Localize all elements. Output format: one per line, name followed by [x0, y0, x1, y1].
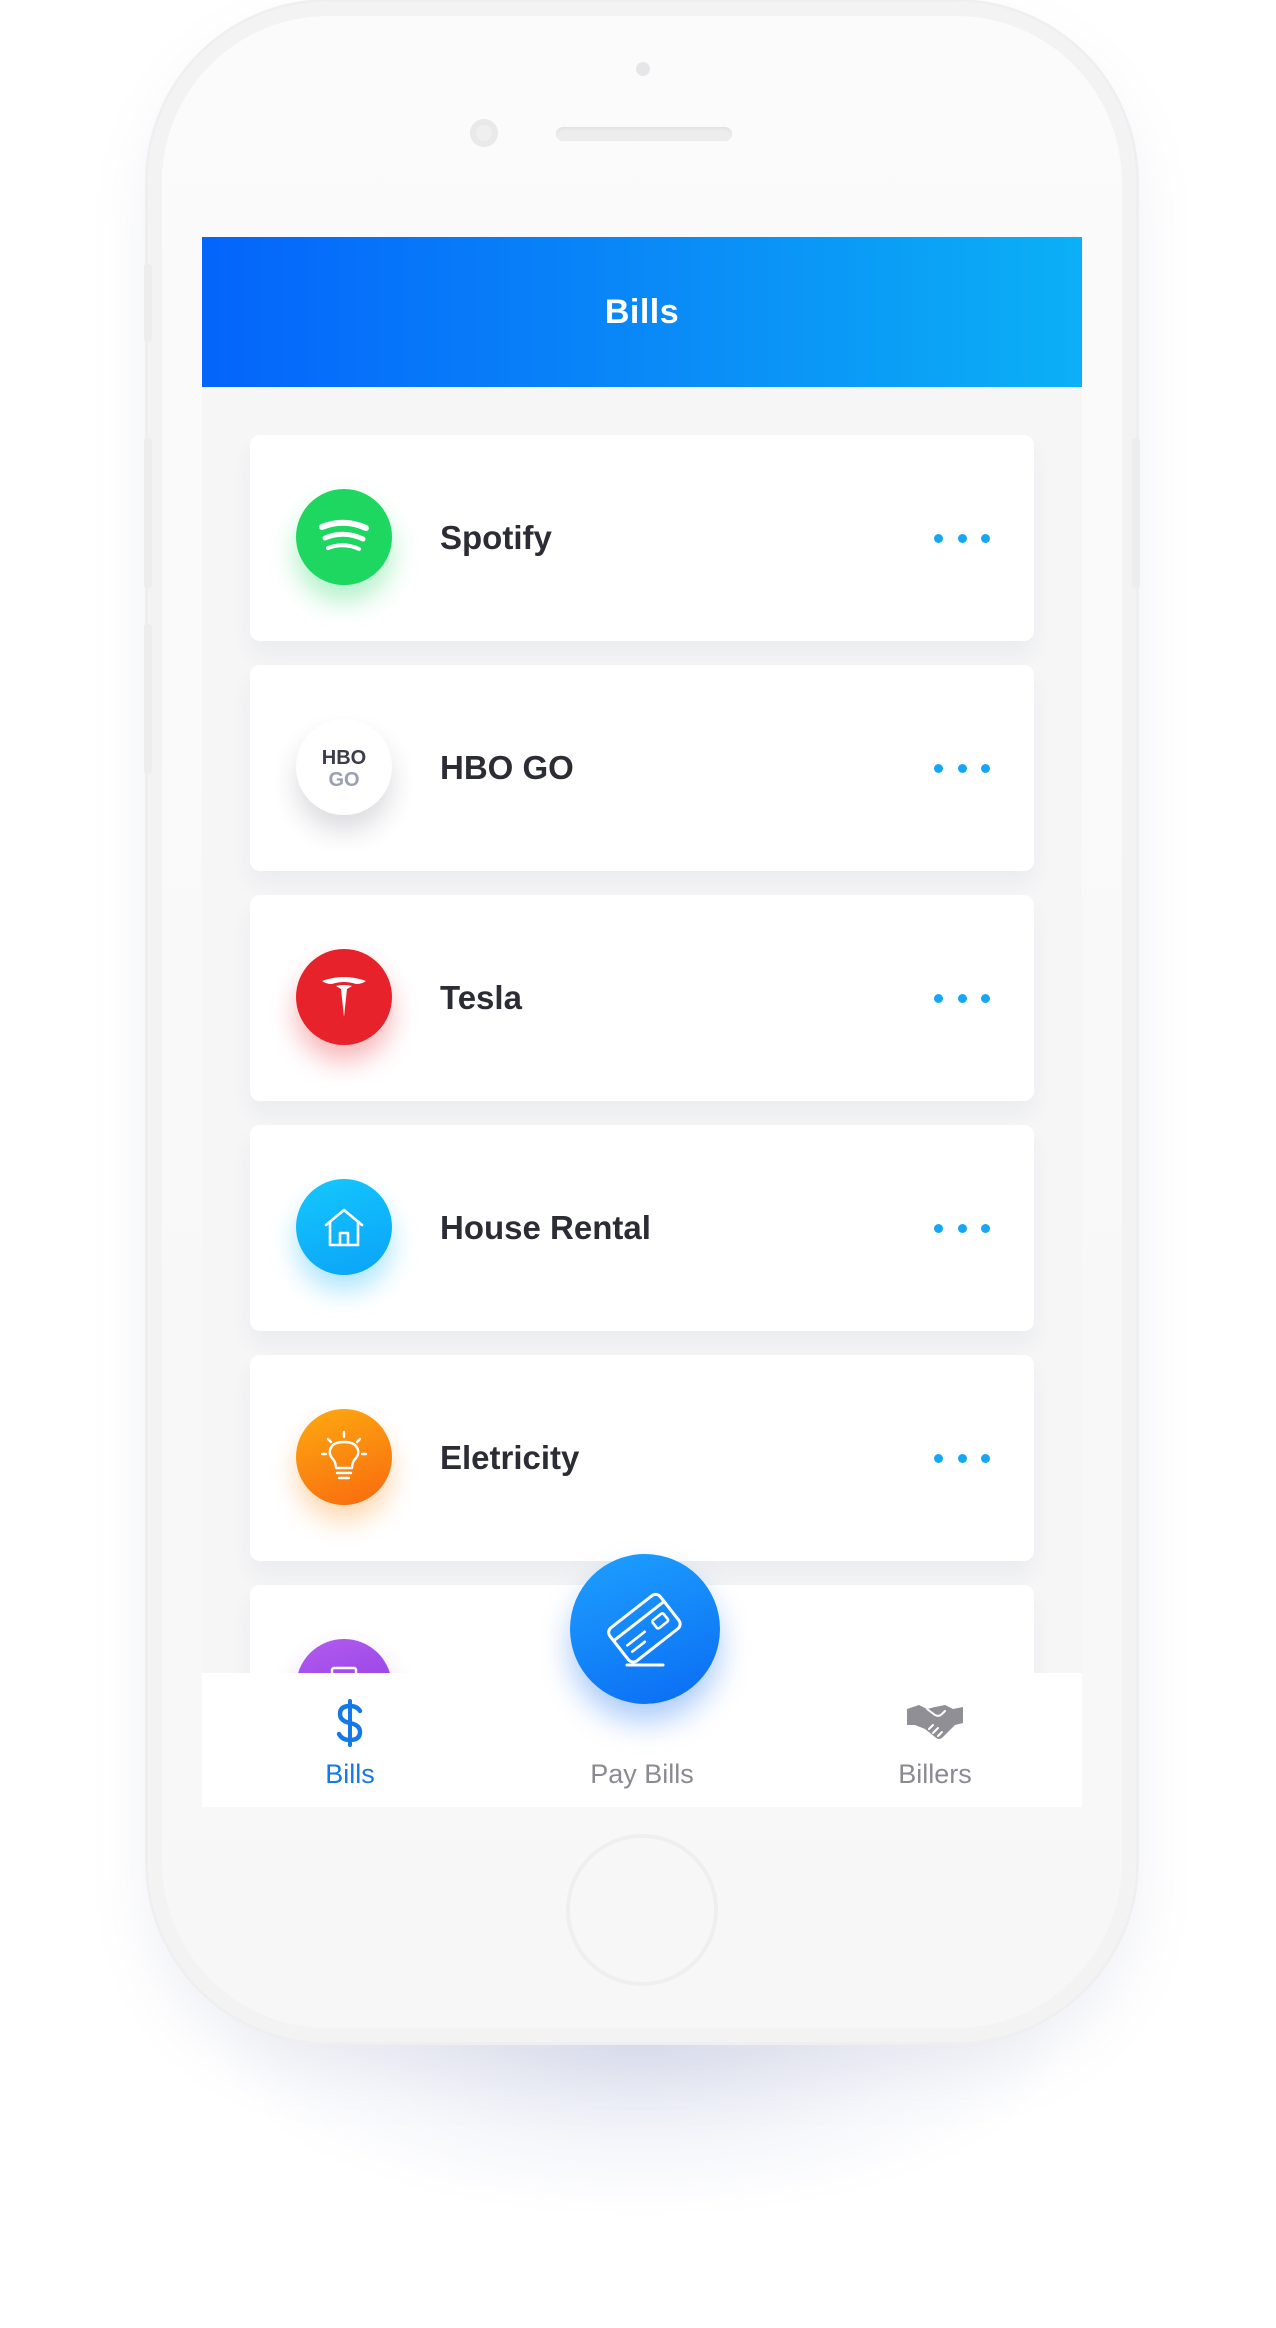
side-button-volume-up — [144, 438, 152, 588]
mockup-stage: Bills Spotify HBO GO HBO GO Tesla House … — [0, 0, 1276, 2328]
bill-card-electricity[interactable]: Eletricity — [250, 1355, 1034, 1561]
bill-label: HBO GO — [440, 749, 574, 786]
more-options-icon[interactable] — [934, 983, 990, 1013]
side-button-volume-down — [144, 624, 152, 774]
spotify-logo-icon — [296, 489, 392, 585]
pay-bills-button[interactable] — [570, 1554, 720, 1704]
tab-pay-bills[interactable]: Pay Bills — [542, 1693, 742, 1797]
bill-label: Spotify — [440, 519, 552, 556]
bill-card-hbo-go[interactable]: HBO GO HBO GO — [250, 665, 1034, 871]
app-screen: Bills Spotify HBO GO HBO GO Tesla House … — [202, 237, 1082, 1807]
more-options-icon[interactable] — [934, 1213, 990, 1243]
bill-card-spotify[interactable]: Spotify — [250, 435, 1034, 641]
more-options-icon[interactable] — [934, 753, 990, 783]
more-options-icon[interactable] — [934, 523, 990, 553]
credit-card-icon — [607, 1592, 682, 1667]
home-button[interactable] — [566, 1834, 718, 1986]
lightbulb-icon — [296, 1409, 392, 1505]
bill-label: Tesla — [440, 979, 522, 1016]
tab-label: Billers — [898, 1759, 972, 1789]
handshake-icon — [835, 1693, 1035, 1749]
tesla-logo-icon — [296, 949, 392, 1045]
front-camera — [470, 119, 498, 147]
proximity-sensor — [636, 62, 650, 76]
earpiece-speaker — [556, 127, 732, 141]
tab-billers[interactable]: Billers — [835, 1693, 1035, 1797]
side-button-power — [1132, 438, 1140, 588]
bill-label: Eletricity — [440, 1439, 580, 1476]
side-button-silent — [144, 264, 152, 342]
hbo-go-logo-icon: HBO GO — [296, 719, 392, 815]
tab-label: Pay Bills — [590, 1759, 694, 1789]
dollar-icon — [250, 1693, 450, 1753]
bill-card-house-rental[interactable]: House Rental — [250, 1125, 1034, 1331]
bill-card-tesla[interactable]: Tesla — [250, 895, 1034, 1101]
house-icon — [296, 1179, 392, 1275]
svg-text:HBO: HBO — [322, 747, 366, 769]
tab-bills[interactable]: Bills — [250, 1693, 450, 1797]
svg-text:GO: GO — [328, 769, 359, 791]
bill-label: House Rental — [440, 1209, 651, 1246]
tab-label: Bills — [325, 1759, 375, 1789]
more-options-icon[interactable] — [934, 1443, 990, 1473]
app-header: Bills — [202, 237, 1082, 387]
page-title: Bills — [604, 292, 680, 331]
